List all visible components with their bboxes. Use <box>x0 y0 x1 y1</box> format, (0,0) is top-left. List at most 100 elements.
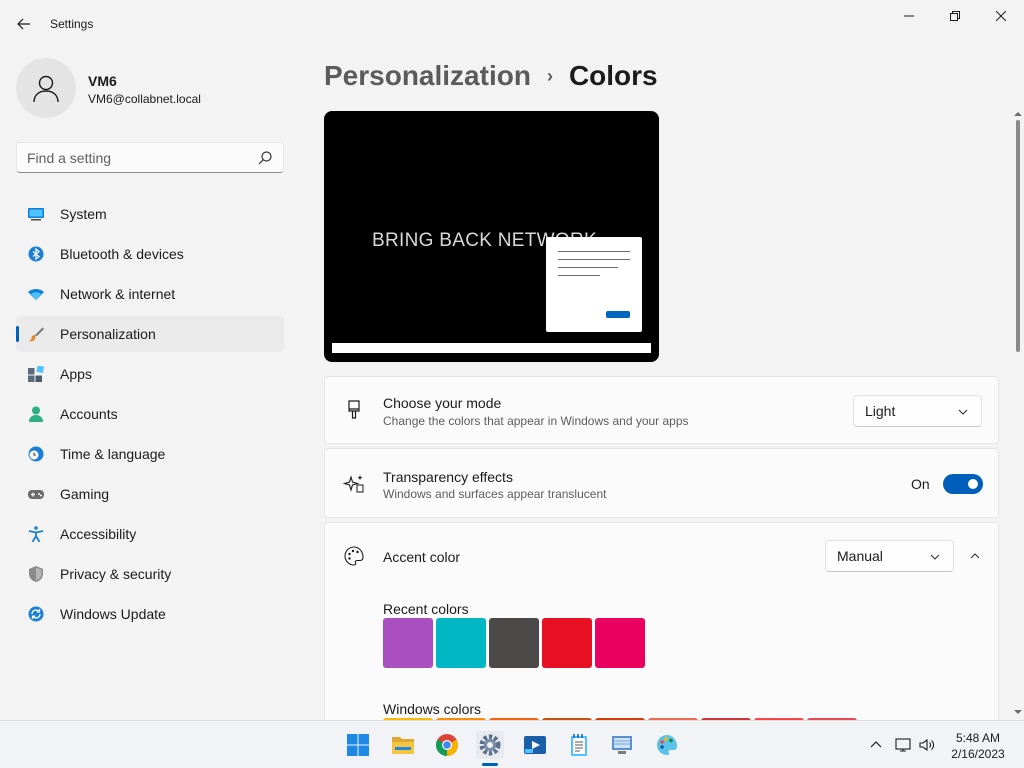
sidebar-item-personalization[interactable]: Personalization <box>16 316 284 352</box>
accounts-icon <box>29 406 43 422</box>
file-explorer-button[interactable] <box>389 731 417 759</box>
back-arrow-icon <box>17 18 30 30</box>
transparency-title: Transparency effects <box>383 469 513 485</box>
toggle-knob <box>968 479 978 489</box>
search-icon[interactable] <box>257 150 273 166</box>
brush-icon <box>28 327 44 342</box>
sidebar-item-label: Accessibility <box>60 526 137 542</box>
breadcrumb-separator: › <box>546 65 553 86</box>
palette-icon <box>344 546 364 566</box>
scroll-up-icon[interactable] <box>1014 110 1022 118</box>
shield-icon <box>29 566 43 582</box>
sidebar-item-bluetooth[interactable]: Bluetooth & devices <box>16 236 284 272</box>
notepad-button[interactable] <box>565 731 593 759</box>
taskbar-clock[interactable]: 5:48 AM 2/16/2023 <box>946 730 1010 762</box>
accent-collapse-button[interactable] <box>957 540 993 572</box>
gamepad-icon <box>28 490 44 499</box>
title-bar: Settings <box>0 0 1024 48</box>
preview-line <box>558 259 630 260</box>
media-player-button[interactable] <box>521 731 549 759</box>
sidebar-item-accessibility[interactable]: Accessibility <box>16 516 284 552</box>
user-icon <box>33 75 59 103</box>
preview-taskbar <box>332 343 651 353</box>
sidebar-item-label: Bluetooth & devices <box>60 246 184 262</box>
recent-color-swatch[interactable] <box>489 618 539 668</box>
chevron-down-icon <box>930 554 940 560</box>
recent-color-swatch[interactable] <box>436 618 486 668</box>
active-app-indicator <box>482 763 498 766</box>
chrome-button[interactable] <box>433 731 461 759</box>
chevron-up-icon <box>970 553 980 559</box>
breadcrumb-parent[interactable]: Personalization <box>324 60 531 92</box>
chevron-up-icon[interactable] <box>868 737 884 753</box>
page-title: Colors <box>568 60 658 91</box>
network-icon[interactable] <box>895 737 911 753</box>
avatar[interactable] <box>16 58 76 118</box>
sidebar-item-time-language[interactable]: Time & language <box>16 436 284 472</box>
chevron-down-icon <box>958 409 968 415</box>
theme-preview: BRING BACK NETWORK <box>324 111 659 362</box>
windows-colors-label: Windows colors <box>383 701 482 717</box>
transparency-card: Transparency effects Windows and surface… <box>324 448 999 518</box>
sidebar-item-system[interactable]: System <box>16 196 284 232</box>
back-button[interactable] <box>12 12 36 36</box>
minimize-button[interactable] <box>886 0 932 32</box>
transparency-state-label: On <box>911 476 930 492</box>
sidebar-item-label: System <box>60 206 107 222</box>
accent-dropdown[interactable]: Manual <box>825 540 954 572</box>
apps-icon <box>28 366 44 382</box>
bluetooth-icon <box>28 246 44 262</box>
accent-dropdown-value: Manual <box>837 548 883 564</box>
maximize-button[interactable] <box>932 0 978 32</box>
sidebar-item-label: Accounts <box>60 406 118 422</box>
preview-line <box>558 267 618 268</box>
sidebar-item-windows-update[interactable]: Windows Update <box>16 596 284 632</box>
recent-color-swatch[interactable] <box>595 618 645 668</box>
search-input[interactable] <box>27 149 247 167</box>
app-title: Settings <box>50 17 94 31</box>
search-box[interactable] <box>16 142 284 173</box>
taskbar: 5:48 AM 2/16/2023 <box>0 720 1024 768</box>
scroll-thumb[interactable] <box>1016 120 1020 352</box>
paint-button[interactable] <box>653 731 681 759</box>
sidebar-item-label: Network & internet <box>60 286 176 302</box>
mode-subtitle: Change the colors that appear in Windows… <box>383 414 689 428</box>
selection-indicator <box>16 326 19 342</box>
transparency-toggle[interactable] <box>943 474 983 494</box>
sparkle-icon <box>343 475 364 493</box>
sidebar-item-gaming[interactable]: Gaming <box>16 476 284 512</box>
mode-title: Choose your mode <box>383 395 502 411</box>
sidebar-item-network[interactable]: Network & internet <box>16 276 284 312</box>
settings-icon <box>479 734 501 756</box>
settings-taskbar-button[interactable] <box>476 731 504 759</box>
breadcrumb: Personalization › Colors <box>324 58 658 94</box>
close-button[interactable] <box>978 0 1024 32</box>
close-icon <box>996 11 1006 21</box>
sidebar-item-label: Privacy & security <box>60 566 172 582</box>
remote-desktop-button[interactable] <box>608 731 636 759</box>
sidebar-item-label: Time & language <box>60 446 166 462</box>
clock-time: 5:48 AM <box>955 731 1001 745</box>
mode-card: Choose your mode Change the colors that … <box>324 376 999 444</box>
start-button[interactable] <box>344 731 372 759</box>
recent-color-swatch[interactable] <box>383 618 433 668</box>
system-icon <box>28 208 44 221</box>
minimize-icon <box>904 15 914 17</box>
volume-icon[interactable] <box>919 737 935 753</box>
sidebar-item-apps[interactable]: Apps <box>16 356 284 392</box>
transparency-subtitle: Windows and surfaces appear translucent <box>383 487 607 501</box>
sidebar-item-privacy[interactable]: Privacy & security <box>16 556 284 592</box>
mode-dropdown[interactable]: Light <box>853 395 982 427</box>
preview-window <box>546 237 642 332</box>
scroll-down-icon[interactable] <box>1014 708 1022 716</box>
recent-colors-label: Recent colors <box>383 601 469 617</box>
maximize-icon <box>950 11 960 21</box>
accent-title: Accent color <box>383 549 461 565</box>
recent-color-swatch[interactable] <box>542 618 592 668</box>
accent-color-panel: Recent colors Windows colors <box>324 589 999 729</box>
paint-icon <box>657 735 677 755</box>
paintbrush-icon <box>348 400 360 419</box>
sidebar-item-accounts[interactable]: Accounts <box>16 396 284 432</box>
user-name: VM6 <box>88 73 117 89</box>
scrollbar[interactable] <box>1012 108 1024 720</box>
